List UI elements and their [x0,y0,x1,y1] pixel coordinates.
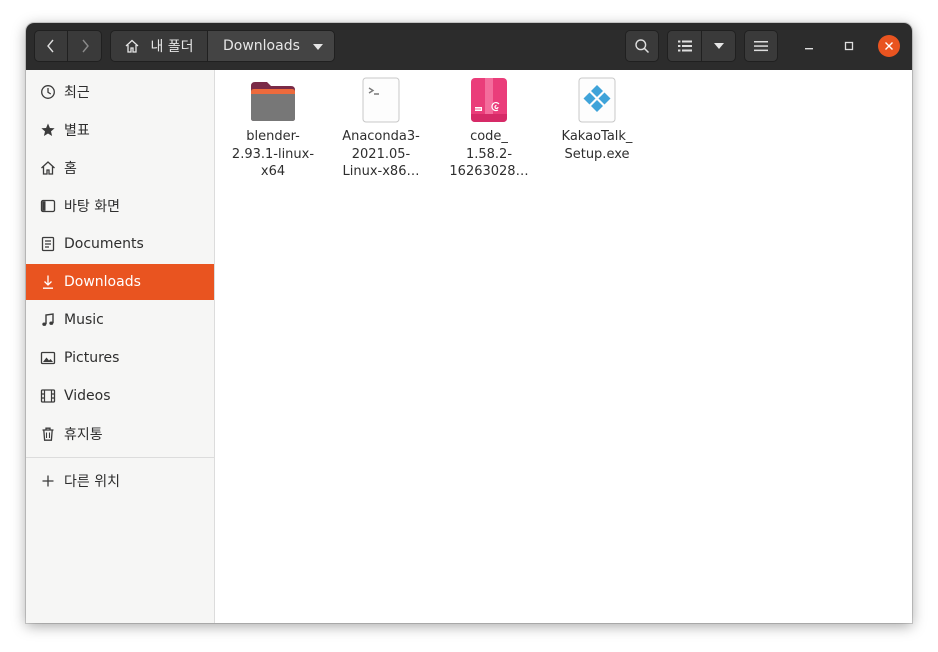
file-name-line: 1.58.2- [465,146,513,162]
header-bar: 내 폴더 Downloads [26,23,912,71]
film-icon [39,387,57,405]
breadcrumb-home[interactable]: 내 폴더 [110,30,208,62]
sidebar-item-videos[interactable]: Videos [26,378,214,414]
folder-icon [251,82,295,121]
file-name: KakaoTalk_ Setup.exe [549,128,645,163]
document-icon [39,235,57,253]
home-icon [126,39,139,53]
sidebar-item-label: Music [64,312,104,328]
close-button[interactable] [878,35,900,57]
file-name-line: 16263028… [449,164,529,179]
sidebar-item-label: Documents [64,236,144,252]
sidebar-item-label: 최근 [64,85,90,101]
sidebar-item-home[interactable]: 홈 [26,150,214,186]
plus-icon [39,472,57,490]
file-name-line: x64 [260,164,286,179]
file-name: Anaconda3- 2021.05- Linux-x86… [333,128,429,181]
file-name-line: code_ [470,129,508,144]
exe-icon [578,77,616,123]
home-icon [39,159,57,177]
chevron-left-icon [47,39,54,53]
breadcrumb-home-label: 내 폴더 [150,39,194,55]
file-item-kakaotalk[interactable]: KakaoTalk_ Setup.exe [549,76,645,163]
download-icon [39,273,57,291]
main-menu-button[interactable] [744,30,778,62]
file-name: blender- 2.93.1-linux- x64 [225,128,321,181]
sidebar-item-downloads[interactable]: Downloads [26,264,214,300]
file-item-anaconda[interactable]: Anaconda3- 2021.05- Linux-x86… [333,76,429,181]
sidebar-item-documents[interactable]: Documents [26,226,214,262]
sidebar-item-label: Videos [64,388,111,404]
maximize-button[interactable] [838,35,860,57]
places-sidebar: 최근 별표 홈 바탕 화면 Documents Downloads Music [26,70,215,623]
desktop-icon [39,197,57,215]
sidebar-item-recent[interactable]: 최근 [26,74,214,110]
breadcrumb-current-label: Downloads [223,38,300,54]
file-name-line: Linux-x86… [342,164,420,179]
file-name-line: 2021.05- [351,146,411,162]
sidebar-item-label: 휴지통 [64,427,103,443]
file-name-line: KakaoTalk_ [561,129,633,144]
sidebar-item-other-locations[interactable]: 다른 위치 [26,463,214,499]
search-button[interactable] [625,30,659,62]
sidebar-separator [26,457,214,458]
sidebar-item-label: 별표 [64,123,90,139]
close-icon [885,42,893,50]
file-item-blender[interactable]: blender- 2.93.1-linux- x64 [225,76,321,181]
file-name-line: Setup.exe [564,146,630,162]
forward-button[interactable] [68,30,102,62]
sidebar-item-trash[interactable]: 휴지통 [26,416,214,452]
search-icon [635,39,650,54]
chevron-right-icon [81,39,89,53]
file-name-line: blender- [246,129,300,144]
sidebar-item-pictures[interactable]: Pictures [26,340,214,376]
maximize-icon [844,41,854,51]
sidebar-item-starred[interactable]: 별표 [26,112,214,148]
deb-package-icon [471,78,507,122]
file-grid: blender- 2.93.1-linux- x64 Anaconda3- 20… [215,70,912,623]
sidebar-item-label: Pictures [64,350,120,366]
trash-icon [39,425,57,443]
list-view-button[interactable] [667,30,702,62]
sidebar-item-label: 다른 위치 [64,474,120,490]
sidebar-item-music[interactable]: Music [26,302,214,338]
file-manager-window: 내 폴더 Downloads 최근 별표 홈 바탕 화면 Documents D… [26,23,912,623]
caret-down-icon [313,44,323,50]
list-view-icon [677,40,692,52]
sidebar-item-label: 홈 [64,161,77,177]
caret-down-icon [713,43,724,49]
file-name: code_ 1.58.2- 16263028… [441,128,537,181]
hamburger-menu-icon [754,41,768,52]
minimize-icon [805,48,813,50]
star-icon [39,121,57,139]
minimize-button[interactable] [798,35,820,57]
picture-icon [39,349,57,367]
sidebar-item-label: Downloads [64,274,141,290]
file-item-code[interactable]: code_ 1.58.2- 16263028… [441,76,537,181]
shell-script-icon [362,77,400,123]
sidebar-item-desktop[interactable]: 바탕 화면 [26,188,214,224]
sidebar-item-label: 바탕 화면 [64,199,120,215]
back-button[interactable] [34,30,68,62]
view-options-button[interactable] [702,30,736,62]
breadcrumb-current[interactable]: Downloads [207,30,335,62]
file-name-line: Anaconda3- [342,129,420,144]
file-name-line: 2.93.1-linux- [231,146,315,162]
music-note-icon [39,311,57,329]
clock-icon [39,83,57,101]
